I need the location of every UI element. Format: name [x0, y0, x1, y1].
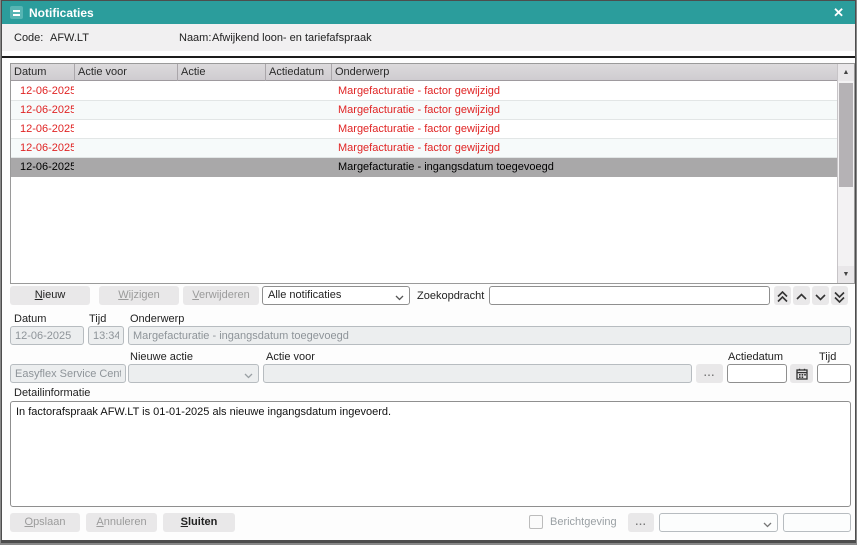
naam-label: Naam:: [179, 32, 211, 44]
scroll-first-button[interactable]: [774, 286, 791, 305]
cell-datum: 12-06-2025: [20, 82, 74, 100]
berichtgeving-extra-field[interactable]: [783, 513, 851, 532]
scroll-down-icon[interactable]: ▼: [838, 266, 854, 283]
cell-actie: [178, 158, 263, 176]
onderwerp-field: [128, 326, 851, 345]
title-bar: Notificaties ✕: [2, 1, 855, 24]
table-row-selected[interactable]: 12-06-2025 Margefacturatie - ingangsdatu…: [11, 158, 837, 177]
table-row[interactable]: 12-06-2025 Margefacturatie - factor gewi…: [11, 139, 837, 158]
scroll-last-button[interactable]: [831, 286, 848, 305]
datum-label: Datum: [14, 313, 46, 325]
cell-actie: [178, 139, 263, 157]
scroll-next-button[interactable]: [812, 286, 829, 305]
table-body: 12-06-2025 Margefacturatie - factor gewi…: [11, 82, 837, 283]
tijd2-label: Tijd: [819, 351, 836, 363]
calendar-icon: [796, 368, 808, 380]
zoekopdracht-label: Zoekopdracht: [417, 290, 484, 302]
code-value: AFW.LT: [50, 32, 89, 44]
close-icon[interactable]: ✕: [830, 5, 847, 21]
nieuwe-actie-label: Nieuwe actie: [130, 351, 193, 363]
cell-actie-voor: [75, 158, 175, 176]
column-header-actie[interactable]: Actie: [177, 64, 265, 81]
afzender-field: [10, 364, 126, 383]
code-label: Code:: [14, 32, 43, 44]
notifications-table: Datum Actie voor Actie Actiedatum Onderw…: [10, 63, 855, 284]
actie-voor-label: Actie voor: [266, 351, 315, 363]
cell-actie-voor: [75, 120, 175, 138]
table-row[interactable]: 12-06-2025 Margefacturatie - factor gewi…: [11, 101, 837, 120]
wijzigen-button[interactable]: Wijzigen: [99, 286, 179, 305]
berichtgeving-browse-button[interactable]: ...: [628, 513, 654, 532]
cell-actie-voor: [75, 101, 175, 119]
nieuw-button[interactable]: Nieuw: [10, 286, 90, 305]
identity-strip: Code: AFW.LT Naam: Afwijkend loon- en ta…: [2, 24, 855, 51]
chevron-down-icon: [244, 368, 253, 383]
cell-actiedatum: [266, 101, 329, 119]
cell-datum: 12-06-2025: [20, 120, 74, 138]
scrollbar-thumb[interactable]: [839, 83, 853, 187]
verwijderen-button[interactable]: Verwijderen: [183, 286, 259, 305]
cell-actiedatum: [266, 82, 329, 100]
berichtgeving-label: Berichtgeving: [550, 516, 617, 528]
berichtgeving-checkbox[interactable]: [529, 515, 543, 529]
filter-dropdown[interactable]: Alle notificaties: [262, 286, 410, 305]
actie-voor-browse-button[interactable]: ...: [696, 364, 723, 383]
cell-actiedatum: [266, 120, 329, 138]
vertical-scrollbar[interactable]: ▲ ▼: [837, 64, 854, 283]
cell-onderwerp: Margefacturatie - factor gewijzigd: [338, 101, 833, 119]
chevron-up-icon: [796, 291, 807, 303]
cell-actiedatum: [266, 139, 329, 157]
scroll-prev-button[interactable]: [793, 286, 810, 305]
window-title: Notificaties: [29, 6, 94, 20]
tijd-label: Tijd: [89, 313, 106, 325]
annuleren-button[interactable]: Annuleren: [86, 513, 157, 532]
cell-actie: [178, 82, 263, 100]
cell-onderwerp: Margefacturatie - ingangsdatum toegevoeg…: [338, 158, 833, 176]
cell-datum: 12-06-2025: [20, 101, 74, 119]
column-header-actiedatum[interactable]: Actiedatum: [265, 64, 331, 81]
search-input[interactable]: [489, 286, 770, 305]
cell-actie-voor: [75, 82, 175, 100]
header-divider: [2, 56, 855, 58]
chevron-down-icon: [815, 291, 826, 303]
detailinformatie-textarea[interactable]: In factorafspraak AFW.LT is 01-01-2025 a…: [10, 401, 851, 507]
nieuwe-actie-dropdown[interactable]: [128, 364, 259, 383]
berichtgeving-dropdown[interactable]: [659, 513, 778, 532]
double-chevron-up-icon: [777, 291, 788, 303]
opslaan-button[interactable]: Opslaan: [10, 513, 80, 532]
table-header: Datum Actie voor Actie Actiedatum Onderw…: [11, 64, 837, 81]
onderwerp-label: Onderwerp: [130, 313, 184, 325]
filter-dropdown-value: Alle notificaties: [268, 289, 341, 301]
column-header-onderwerp[interactable]: Onderwerp: [331, 64, 837, 81]
cell-datum: 12-06-2025: [20, 158, 74, 176]
datum-field: [10, 326, 84, 345]
actiedatum-field[interactable]: [727, 364, 787, 383]
chevron-down-icon: [763, 517, 772, 532]
column-header-actie-voor[interactable]: Actie voor: [74, 64, 177, 81]
cell-onderwerp: Margefacturatie - factor gewijzigd: [338, 139, 833, 157]
cell-actiedatum: [266, 158, 329, 176]
detailinformatie-label: Detailinformatie: [14, 387, 90, 399]
notificaties-window: Notificaties ✕ Code: AFW.LT Naam: Afwijk…: [1, 0, 856, 543]
cell-onderwerp: Margefacturatie - factor gewijzigd: [338, 120, 833, 138]
double-chevron-down-icon: [834, 291, 845, 303]
cell-actie: [178, 120, 263, 138]
cell-actie-voor: [75, 139, 175, 157]
actiedatum-label: Actiedatum: [728, 351, 783, 363]
tijd-field: [88, 326, 124, 345]
table-row[interactable]: 12-06-2025 Margefacturatie - factor gewi…: [11, 82, 837, 101]
chevron-down-icon: [395, 290, 404, 305]
actie-voor-field: [263, 364, 692, 383]
table-row[interactable]: 12-06-2025 Margefacturatie - factor gewi…: [11, 120, 837, 139]
column-header-datum[interactable]: Datum: [11, 64, 74, 81]
cell-actie: [178, 101, 263, 119]
cell-onderwerp: Margefacturatie - factor gewijzigd: [338, 82, 833, 100]
sluiten-button[interactable]: Sluiten: [163, 513, 235, 532]
cell-datum: 12-06-2025: [20, 139, 74, 157]
scroll-up-icon[interactable]: ▲: [838, 64, 854, 81]
naam-value: Afwijkend loon- en tariefafspraak: [212, 32, 372, 44]
notification-window-icon: [10, 6, 23, 19]
calendar-button[interactable]: [790, 364, 813, 383]
tijd2-field[interactable]: [817, 364, 851, 383]
